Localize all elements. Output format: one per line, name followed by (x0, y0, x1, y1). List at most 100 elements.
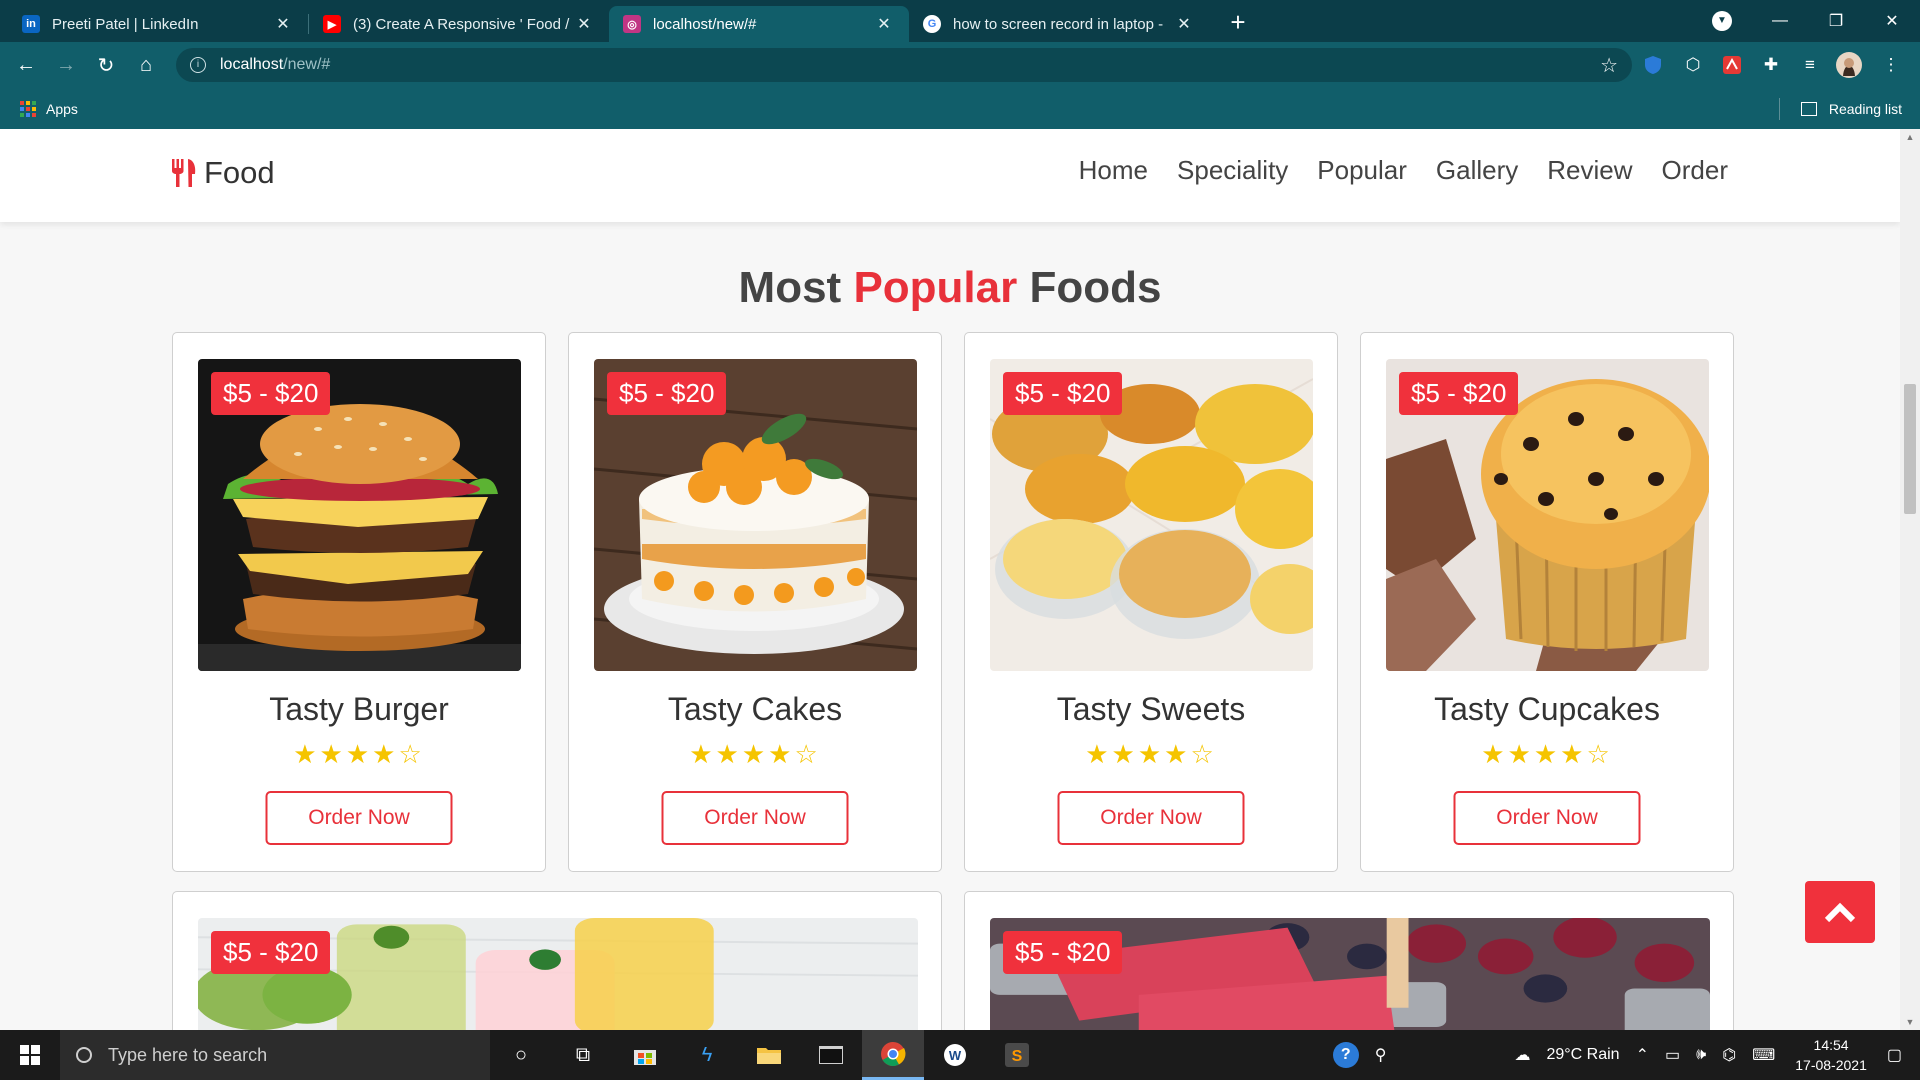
food-image-burger: $5 - $20 (198, 359, 521, 671)
pdf-extension-icon[interactable] (1719, 52, 1745, 78)
food-title: Tasty Sweets (1056, 691, 1246, 727)
forward-icon[interactable]: → (46, 54, 86, 77)
order-now-button[interactable]: Order Now (1057, 791, 1245, 845)
food-image-sweets: $5 - $20 (990, 359, 1313, 671)
dropbox-extension-icon[interactable]: ⬡ (1680, 52, 1706, 78)
minimize-icon[interactable]: — (1752, 12, 1808, 30)
order-now-button[interactable]: Order Now (265, 791, 453, 845)
nav-link-review[interactable]: Review (1547, 155, 1632, 186)
star-filled-icon: ★ (319, 739, 346, 769)
chrome-icon[interactable] (862, 1030, 924, 1080)
close-window-icon[interactable]: ✕ (1864, 11, 1920, 31)
back-icon[interactable]: ← (6, 54, 46, 77)
weather-icon[interactable]: ☁ (1514, 1045, 1530, 1065)
logo-text: Food (204, 155, 275, 190)
page-scrollbar[interactable]: ▲ ▼ (1900, 129, 1920, 1030)
terminal-icon[interactable] (800, 1030, 862, 1080)
bookmark-star-icon[interactable]: ☆ (1600, 53, 1618, 78)
close-tab-icon[interactable]: ✕ (573, 14, 595, 34)
windows-logo-icon (20, 1045, 40, 1065)
food-card-sweets: $5 - $20 Tasty Sweets ★★★★☆ Order Now (964, 332, 1338, 872)
site-info-icon[interactable]: i (190, 57, 206, 73)
food-image-cake: $5 - $20 (594, 359, 917, 671)
apps-bookmark[interactable]: Apps (46, 101, 78, 117)
people-icon[interactable]: ⚲ (1375, 1045, 1387, 1065)
star-filled-icon: ★ (1560, 739, 1587, 769)
keyboard-icon[interactable]: ⌨ (1752, 1045, 1775, 1065)
food-title: Tasty Cupcakes (1434, 691, 1660, 727)
sublime-text-icon[interactable]: S (986, 1030, 1048, 1080)
food-card-cake: $5 - $20 Tasty Cakes ★★★★☆ Order Now (568, 332, 942, 872)
bookmark-divider (1779, 97, 1780, 120)
price-badge: $5 - $20 (1003, 372, 1123, 415)
linkedin-icon: in (22, 15, 40, 33)
close-tab-icon[interactable]: ✕ (1173, 14, 1195, 34)
profile-avatar[interactable] (1836, 52, 1862, 78)
browser-tab[interactable]: ◎ localhost/new/# ✕ (609, 6, 909, 42)
vscode-bolt-icon[interactable]: ϟ (676, 1030, 738, 1080)
google-icon: G (923, 15, 941, 33)
star-filled-icon: ★ (741, 739, 769, 769)
network-icon[interactable]: ⌬ (1722, 1045, 1736, 1065)
show-hidden-icons[interactable]: ⌃ (1636, 1045, 1649, 1065)
price-badge: $5 - $20 (607, 372, 727, 415)
notifications-icon[interactable]: ▢ (1887, 1045, 1902, 1065)
food-title: Tasty Cakes (667, 691, 843, 727)
system-clock[interactable]: 14:54 17-08-2021 (1795, 1035, 1867, 1075)
tab-search-icon[interactable]: ▼ (1712, 11, 1732, 31)
clock-time: 14:54 (1813, 1037, 1849, 1053)
scroll-to-top-button[interactable] (1805, 881, 1875, 943)
new-tab-button[interactable]: + (1223, 7, 1253, 38)
star-filled-icon: ★ (293, 739, 320, 769)
close-tab-icon[interactable]: ✕ (272, 14, 294, 34)
svg-text:W: W (949, 1048, 962, 1063)
browser-tab[interactable]: Ghow to screen record in laptop - ✕ (909, 6, 1209, 42)
home-icon[interactable]: ⌂ (126, 54, 166, 77)
order-now-button[interactable]: Order Now (1453, 791, 1641, 845)
battery-icon[interactable]: ▭ (1665, 1045, 1680, 1065)
star-filled-icon: ★ (768, 739, 795, 769)
reload-icon[interactable]: ↻ (86, 53, 126, 78)
price-badge: $5 - $20 (1399, 372, 1519, 415)
apps-grid-icon[interactable] (20, 100, 36, 117)
shield-extension-icon[interactable] (1640, 52, 1666, 78)
nav-link-home[interactable]: Home (1079, 155, 1148, 186)
address-bar[interactable]: i localhost/new/# ☆ (176, 48, 1632, 82)
store-icon[interactable] (614, 1030, 676, 1080)
star-filled-icon: ★ (1481, 739, 1508, 769)
nav-link-order[interactable]: Order (1662, 155, 1728, 186)
scroll-up-arrow[interactable]: ▲ (1900, 132, 1920, 142)
nav-link-popular[interactable]: Popular (1317, 155, 1407, 186)
weather-text[interactable]: 29°C Rain (1546, 1046, 1619, 1064)
cortana-icon[interactable]: ○ (490, 1030, 552, 1080)
nav-link-gallery[interactable]: Gallery (1436, 155, 1518, 186)
reading-list-button[interactable]: Reading list (1800, 101, 1902, 117)
order-now-button[interactable]: Order Now (661, 791, 849, 845)
volume-icon[interactable]: 🕪 (1696, 1046, 1706, 1064)
scrollbar-thumb[interactable] (1904, 384, 1916, 514)
browser-tab[interactable]: ▶ (3) Create A Responsive ' Food / I ✕ (309, 6, 609, 42)
address-host: localhost (220, 56, 284, 73)
help-icon[interactable]: ? (1332, 1042, 1359, 1068)
food-card-juices: $5 - $20 (172, 891, 942, 1030)
extensions-puzzle-icon[interactable]: ✚ (1758, 52, 1784, 78)
start-button[interactable] (0, 1030, 60, 1080)
app-w-icon[interactable]: W (924, 1030, 986, 1080)
site-logo[interactable]: Food (170, 155, 275, 191)
star-filled-icon: ★ (1137, 739, 1165, 769)
food-image-cupcake: $5 - $20 (1386, 359, 1709, 671)
close-tab-icon[interactable]: ✕ (873, 14, 895, 34)
file-explorer-icon[interactable] (738, 1030, 800, 1080)
restore-icon[interactable]: ❐ (1808, 11, 1864, 31)
browser-menu-icon[interactable]: ⋮ (1878, 52, 1904, 78)
youtube-icon: ▶ (323, 15, 341, 33)
taskbar-search[interactable]: Type here to search (60, 1030, 490, 1080)
scroll-down-arrow[interactable]: ▼ (1900, 1017, 1920, 1027)
browser-tab[interactable]: in Preeti Patel | LinkedIn ✕ (8, 6, 308, 42)
bookmarks-bar: Apps Reading list (0, 88, 1920, 129)
nav-link-speciality[interactable]: Speciality (1177, 155, 1288, 186)
media-control-icon[interactable]: ≡ (1797, 52, 1823, 78)
reading-list-icon (1800, 101, 1817, 116)
address-path: /new/# (283, 56, 331, 73)
task-view-icon[interactable]: ⧉ (552, 1030, 614, 1080)
